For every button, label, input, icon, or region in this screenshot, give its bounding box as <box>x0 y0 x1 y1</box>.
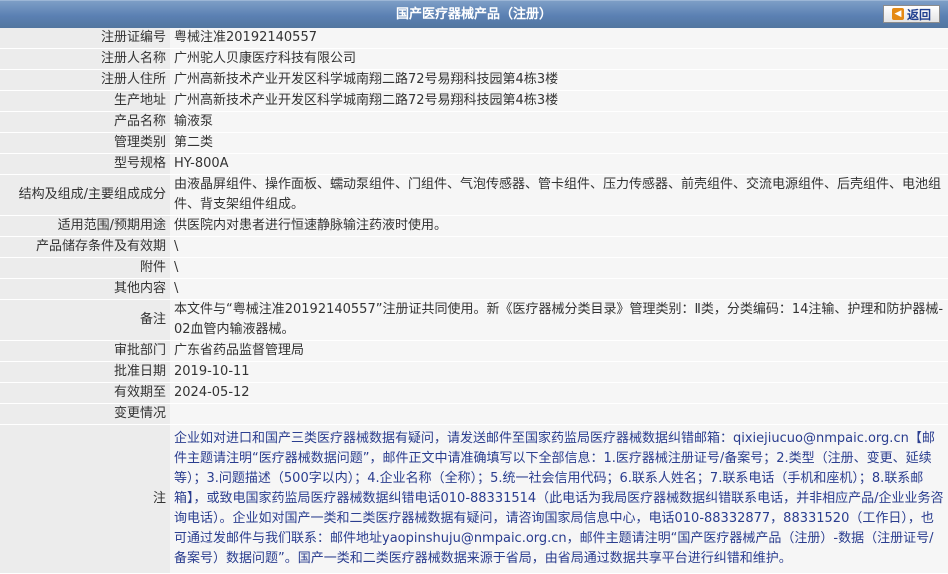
note-row: 注 企业如对进口和国产三类医疗器械数据有疑问，请发送邮件至国家药监局医疗器械数据… <box>0 424 948 574</box>
table-row: 其他内容 \ <box>0 278 948 300</box>
field-label: 附件 <box>0 257 170 279</box>
page-header: 国产医疗器械产品（注册） ◀ 返回 <box>0 0 948 28</box>
table-row: 备注 本文件与“粤械注准20192140557”注册证共同使用。新《医疗器械分类目… <box>0 299 948 341</box>
table-row: 变更情况 <box>0 403 948 425</box>
field-value: 2024-05-12 <box>170 382 948 404</box>
table-row: 附件 \ <box>0 257 948 279</box>
detail-table: 注册证编号 粤械注准20192140557 注册人名称 广州驼人贝康医疗科技有限公司注… <box>0 28 948 574</box>
field-value: \ <box>170 236 948 258</box>
field-value: 2019-10-11 <box>170 361 948 383</box>
page-title: 国产医疗器械产品（注册） <box>395 7 552 22</box>
table-row: 注册人名称 广州驼人贝康医疗科技有限公司 <box>0 48 948 70</box>
field-value: 广州高新技术产业开发区科学城南翔二路72号易翔科技园第4栋3楼 <box>170 90 948 112</box>
table-row: 生产地址 广州高新技术产业开发区科学城南翔二路72号易翔科技园第4栋3楼 <box>0 90 948 112</box>
field-value: \ <box>170 278 948 300</box>
table-row: 型号规格 HY-800A <box>0 153 948 175</box>
table-row: 产品储存条件及有效期 \ <box>0 236 948 258</box>
field-label: 适用范围/预期用途 <box>0 215 170 237</box>
field-value: 广东省药品监督管理局 <box>170 340 948 362</box>
field-value: 广州高新技术产业开发区科学城南翔二路72号易翔科技园第4栋3楼 <box>170 69 948 91</box>
table-row: 注册人住所 广州高新技术产业开发区科学城南翔二路72号易翔科技园第4栋3楼 <box>0 69 948 91</box>
field-label: 产品储存条件及有效期 <box>0 236 170 258</box>
field-label: 注册人住所 <box>0 69 170 91</box>
field-value: 供医院内对患者进行恒速静脉输注药液时使用。 <box>170 215 948 237</box>
table-row: 结构及组成/主要组成成分 由液晶屏组件、操作面板、蠕动泵组件、门组件、气泡传感器、… <box>0 174 948 216</box>
table-row: 管理类别 第二类 <box>0 132 948 154</box>
field-value <box>170 403 948 425</box>
table-row: 有效期至 2024-05-12 <box>0 382 948 404</box>
table-row: 适用范围/预期用途 供医院内对患者进行恒速静脉输注药液时使用。 <box>0 215 948 237</box>
field-label: 备注 <box>0 299 170 341</box>
field-value: 由液晶屏组件、操作面板、蠕动泵组件、门组件、气泡传感器、管卡组件、压力传感器、前… <box>170 174 948 216</box>
field-label: 产品名称 <box>0 111 170 133</box>
field-label: 批准日期 <box>0 361 170 383</box>
back-button-label: 返回 <box>906 7 931 22</box>
field-value: 输液泵 <box>170 111 948 133</box>
field-label: 注册证编号 <box>0 28 170 49</box>
field-value: 第二类 <box>170 132 948 154</box>
table-row: 产品名称 输液泵 <box>0 111 948 133</box>
field-label: 管理类别 <box>0 132 170 154</box>
field-value: 粤械注准20192140557 <box>170 28 948 49</box>
note-text: 企业如对进口和国产三类医疗器械数据有疑问，请发送邮件至国家药监局医疗器械数据纠错… <box>170 424 948 574</box>
table-row: 审批部门 广东省药品监督管理局 <box>0 340 948 362</box>
table-row: 注册证编号 粤械注准20192140557 <box>0 28 948 49</box>
table-row: 批准日期 2019-10-11 <box>0 361 948 383</box>
field-label: 审批部门 <box>0 340 170 362</box>
back-arrow-icon: ◀ <box>891 8 904 20</box>
field-value: HY-800A <box>170 153 948 175</box>
field-label: 生产地址 <box>0 90 170 112</box>
field-label: 有效期至 <box>0 382 170 404</box>
back-button[interactable]: ◀ 返回 <box>883 5 940 23</box>
field-value: \ <box>170 257 948 279</box>
field-label: 注册人名称 <box>0 48 170 70</box>
field-value: 广州驼人贝康医疗科技有限公司 <box>170 48 948 70</box>
field-label: 其他内容 <box>0 278 170 300</box>
field-value: 本文件与“粤械注准20192140557”注册证共同使用。新《医疗器械分类目录》… <box>170 299 948 341</box>
note-label: 注 <box>0 424 170 574</box>
field-label: 变更情况 <box>0 403 170 425</box>
field-label: 结构及组成/主要组成成分 <box>0 174 170 216</box>
field-label: 型号规格 <box>0 153 170 175</box>
